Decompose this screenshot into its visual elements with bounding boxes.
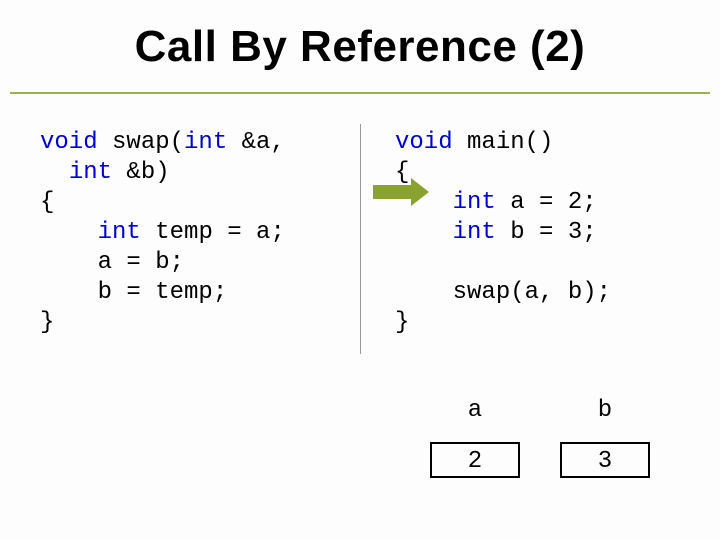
code-text: main() xyxy=(453,129,554,156)
code-text: &b) xyxy=(112,159,170,186)
keyword: int xyxy=(69,159,112,186)
keyword: int xyxy=(453,189,496,216)
code-text: b = temp; xyxy=(40,279,227,306)
code-block-swap: void swap(int &a, int &b) { int temp = a… xyxy=(40,128,350,338)
keyword: void xyxy=(395,129,453,156)
code-text xyxy=(40,159,69,186)
column-divider xyxy=(360,124,361,354)
keyword: int xyxy=(98,219,141,246)
code-block-main: void main() { int a = 2; int b = 3; swap… xyxy=(395,128,695,338)
code-text xyxy=(395,219,453,246)
code-text: a = 2; xyxy=(496,189,597,216)
table-value-row: 2 3 xyxy=(430,440,650,480)
table-header-b: b xyxy=(560,397,650,424)
code-text: a = b; xyxy=(40,249,184,276)
code-text: } xyxy=(40,309,54,336)
code-text: swap(a, b); xyxy=(395,279,611,306)
code-text: } xyxy=(395,309,409,336)
code-text: swap( xyxy=(98,129,184,156)
variable-table: a b 2 3 xyxy=(430,390,650,480)
code-text: temp = a; xyxy=(141,219,285,246)
slide-title: Call By Reference (2) xyxy=(0,22,720,72)
table-header-a: a xyxy=(430,397,520,424)
arrow-icon xyxy=(373,185,429,206)
code-text: { xyxy=(40,189,54,216)
keyword: int xyxy=(453,219,496,246)
keyword: void xyxy=(40,129,98,156)
title-underline xyxy=(10,92,710,94)
code-text xyxy=(40,219,98,246)
code-text: b = 3; xyxy=(496,219,597,246)
code-text: &a, xyxy=(227,129,285,156)
code-text: { xyxy=(395,159,409,186)
table-value-a: 2 xyxy=(430,442,520,478)
table-value-b: 3 xyxy=(560,442,650,478)
keyword: int xyxy=(184,129,227,156)
table-header-row: a b xyxy=(430,390,650,430)
